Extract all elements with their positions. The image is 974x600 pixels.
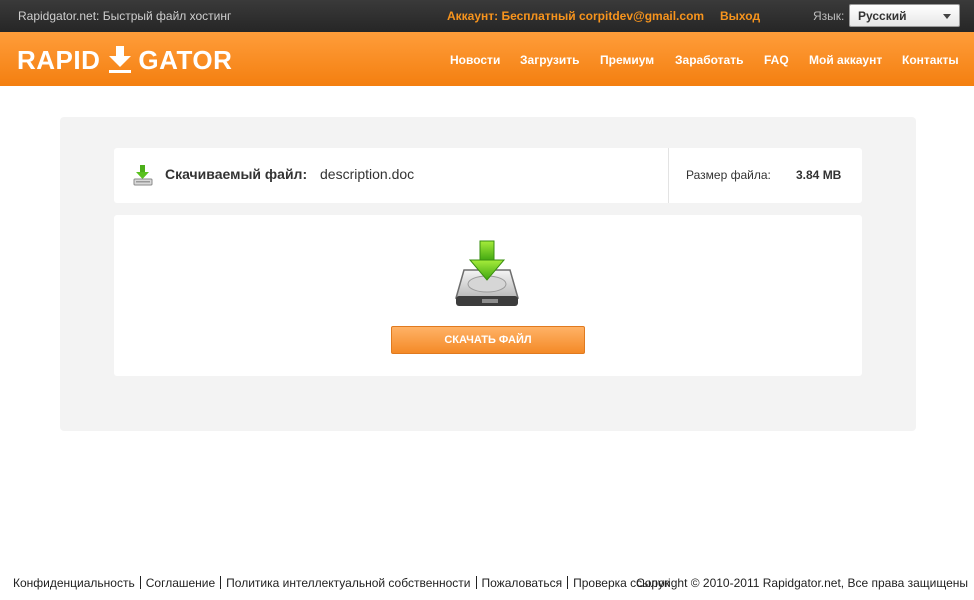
footer-separator bbox=[220, 576, 222, 589]
download-file-button[interactable]: СКАЧАТЬ ФАЙЛ bbox=[391, 326, 585, 354]
footer-separator bbox=[475, 576, 477, 589]
file-label: Скачиваемый файл: bbox=[165, 166, 308, 182]
chevron-down-icon bbox=[943, 14, 951, 19]
file-size-label: Размер файла: bbox=[686, 168, 771, 182]
footer-links: Конфиденциальность Соглашение Политика инт… bbox=[13, 576, 670, 590]
nav-my-account[interactable]: Мой аккаунт bbox=[809, 53, 882, 67]
hard-drive-download-icon bbox=[455, 240, 519, 306]
nav-contacts[interactable]: Контакты bbox=[902, 53, 959, 67]
footer-separator bbox=[139, 576, 141, 589]
file-name: description.doc bbox=[320, 166, 415, 182]
file-info-box: Скачиваемый файл: description.doc Размер… bbox=[114, 148, 862, 203]
language-label: Язык: bbox=[813, 9, 845, 23]
footer-report-link[interactable]: Пожаловаться bbox=[482, 576, 563, 590]
file-info-divider bbox=[668, 148, 669, 203]
nav-earn[interactable]: Заработать bbox=[675, 53, 743, 67]
download-box: СКАЧАТЬ ФАЙЛ bbox=[114, 215, 862, 376]
site-title: Rapidgator.net: Быстрый файл хостинг bbox=[18, 9, 232, 23]
copyright-text: Copyright © 2010-2011 Rapidgator.net, Вс… bbox=[636, 576, 968, 590]
language-selected-value: Русский bbox=[858, 9, 907, 23]
footer-privacy-link[interactable]: Конфиденциальность bbox=[13, 576, 135, 590]
main-header: RAPID GATOR Новости Загрузить Премиум За… bbox=[0, 32, 974, 86]
logout-link[interactable]: Выход bbox=[720, 9, 760, 23]
nav-news[interactable]: Новости bbox=[450, 53, 500, 67]
nav-faq[interactable]: FAQ bbox=[764, 53, 789, 67]
file-size-value: 3.84 MB bbox=[796, 168, 842, 182]
footer-ip-policy-link[interactable]: Политика интеллектуальной собственности bbox=[226, 576, 470, 590]
nav-premium[interactable]: Премиум bbox=[600, 53, 654, 67]
nav-upload[interactable]: Загрузить bbox=[520, 53, 579, 67]
file-download-icon bbox=[133, 165, 153, 186]
main-nav: Новости Загрузить Премиум Заработать FAQ… bbox=[0, 53, 974, 69]
footer-separator bbox=[567, 576, 569, 589]
language-select[interactable]: Русский bbox=[849, 4, 960, 27]
top-bar: Rapidgator.net: Быстрый файл хостинг Акк… bbox=[0, 0, 974, 32]
account-type-link[interactable]: Аккаунт: Бесплатный bbox=[447, 9, 576, 23]
account-email-link[interactable]: corpitdev@gmail.com bbox=[579, 9, 704, 23]
footer-terms-link[interactable]: Соглашение bbox=[146, 576, 215, 590]
